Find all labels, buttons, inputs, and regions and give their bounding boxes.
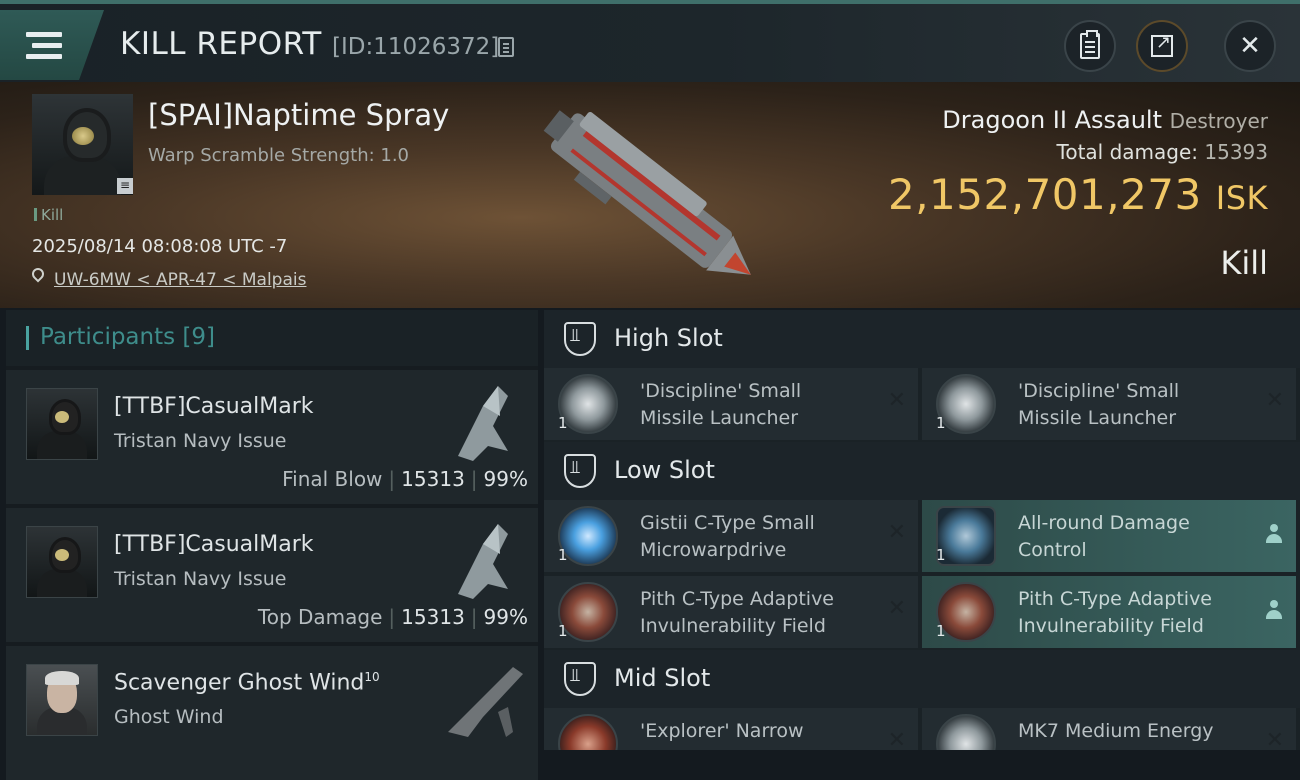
participant-ship: Ghost Wind [114,706,224,728]
participant-ship: Tristan Navy Issue [114,568,287,590]
participant-ship-image [458,386,508,461]
top-bar: KILL REPORT [ID:11026372] ✕ [0,0,1300,86]
mid-slot-header: Mid Slot [544,650,1300,708]
module-name: 'Discipline' Small Missile Launcher [640,380,802,429]
participants-header[interactable]: Participants [9] [6,310,538,366]
module-name: MK7 Medium Energy [1018,720,1214,742]
module-name: 'Discipline' Small Missile Launcher [1018,380,1180,429]
close-x-icon[interactable]: ✕ [888,728,906,750]
kill-datetime: 2025/08/14 08:08:08 UTC -7 [32,236,288,257]
module-item[interactable]: 1 Gistii C-Type Small Microwarpdrive ✕ [544,500,918,572]
hamburger-menu-icon[interactable] [26,32,62,60]
slot-shield-icon [564,454,596,488]
participant-avatar[interactable] [26,664,98,736]
fitting-panel: High Slot 1 'Discipline' SmallMissile La… [544,310,1300,750]
close-x-icon[interactable]: ✕ [888,596,906,621]
scanner-icon [558,714,618,750]
clipboard-button[interactable] [1064,20,1116,72]
total-damage-label: Total damage: [1056,140,1199,164]
energy-module-icon [936,714,996,750]
close-x-icon[interactable]: ✕ [888,520,906,545]
close-icon: ✕ [1239,31,1261,61]
participant-ship-image [448,667,523,737]
user-icon [1266,524,1282,544]
module-quantity: 1 [558,622,568,640]
participants-title: Participants [9] [40,324,216,350]
module-item[interactable]: 1 'Discipline' Small Missile Launcher ✕ [922,368,1296,440]
share-icon [1151,32,1173,57]
participant-row[interactable]: [TTBF]CasualMark Tristan Navy Issue Fina… [6,370,538,504]
participant-stats: Top Damage | 15313 | 99% [257,605,528,629]
isk-unit: ISK [1215,179,1268,217]
module-quantity: 1 [558,414,568,432]
close-x-icon[interactable]: ✕ [1266,728,1284,750]
kill-result: Kill [1220,244,1268,282]
module-item[interactable]: 1 All-round Damage Control [922,500,1296,572]
report-id: [ID:11026372] [332,34,500,60]
module-quantity: 1 [558,546,568,564]
module-item[interactable]: 1 'Discipline' Small Missile Launcher ✕ [544,368,918,440]
module-quantity: 1 [936,622,946,640]
participant-ship: Tristan Navy Issue [114,430,287,452]
participants-panel: Participants [9] [TTBF]CasualMark Trista… [6,310,538,780]
module-item[interactable]: 'Explorer' Narrow ✕ [544,708,918,750]
participant-row[interactable]: Scavenger Ghost Wind10 Ghost Wind [6,646,538,780]
module-name: Pith C-Type Adaptive Invulnerability Fiel… [1018,588,1212,637]
module-quantity: 1 [936,414,946,432]
participant-stats: Final Blow | 15313 | 99% [282,467,528,491]
victim-ship-image [543,110,751,275]
module-name: All-round Damage Control [1018,512,1190,561]
menu-tab[interactable] [0,10,104,80]
participant-row[interactable]: [TTBF]CasualMark Tristan Navy Issue Top … [6,508,538,642]
participant-name: [TTBF]CasualMark [114,394,314,419]
module-name: Pith C-Type Adaptive Invulnerability Fiel… [640,588,834,637]
kill-location-link[interactable]: UW-6MW < APR-47 < Malpais [54,270,306,290]
slot-title: High Slot [614,324,723,352]
close-x-icon[interactable]: ✕ [888,388,906,413]
warp-scramble-strength: Warp Scramble Strength: 1.0 [148,145,410,166]
kill-tag: Kill [34,206,63,224]
page-title: KILL REPORT [120,26,322,62]
ship-class: Destroyer [1169,109,1268,133]
ship-name: Dragoon II Assault [942,106,1162,134]
module-quantity: 1 [936,546,946,564]
victim-pilot-name: [SPAI]Naptime Spray [148,98,450,132]
participant-ship-image [458,524,508,599]
avatar-menu-icon[interactable]: ≡ [117,178,133,194]
total-damage-value: 15393 [1204,140,1268,164]
slot-shield-icon [564,662,596,696]
share-button[interactable] [1136,20,1188,72]
isk-amount: 2,152,701,273 [887,170,1202,219]
participant-avatar[interactable] [26,388,98,460]
participant-name: Scavenger Ghost Wind10 [114,670,380,696]
total-damage: Total damage: 15393 [1057,140,1268,164]
module-name: Gistii C-Type Small Microwarpdrive [640,512,815,561]
clipboard-icon [1080,30,1100,59]
low-slot-header: Low Slot [544,442,1300,500]
module-item[interactable]: MK7 Medium Energy ✕ [922,708,1296,750]
participant-avatar[interactable] [26,526,98,598]
user-icon [1266,600,1282,620]
victim-ship: Dragoon II Assault Destroyer [942,106,1268,134]
close-x-icon[interactable]: ✕ [1266,388,1284,413]
slot-title: Low Slot [614,456,715,484]
module-name: 'Explorer' Narrow [640,720,804,742]
close-button[interactable]: ✕ [1224,20,1276,72]
high-slot-header: High Slot [544,310,1300,368]
participant-name: [TTBF]CasualMark [114,532,314,557]
copy-icon[interactable] [498,37,514,57]
module-item[interactable]: 1 Pith C-Type Adaptive Invulnerability Fi… [544,576,918,648]
slot-shield-icon [564,322,596,356]
slot-title: Mid Slot [614,664,711,692]
isk-value: 2,152,701,273 ISK [888,170,1268,219]
module-item[interactable]: 1 Pith C-Type Adaptive Invulnerability Fi… [922,576,1296,648]
